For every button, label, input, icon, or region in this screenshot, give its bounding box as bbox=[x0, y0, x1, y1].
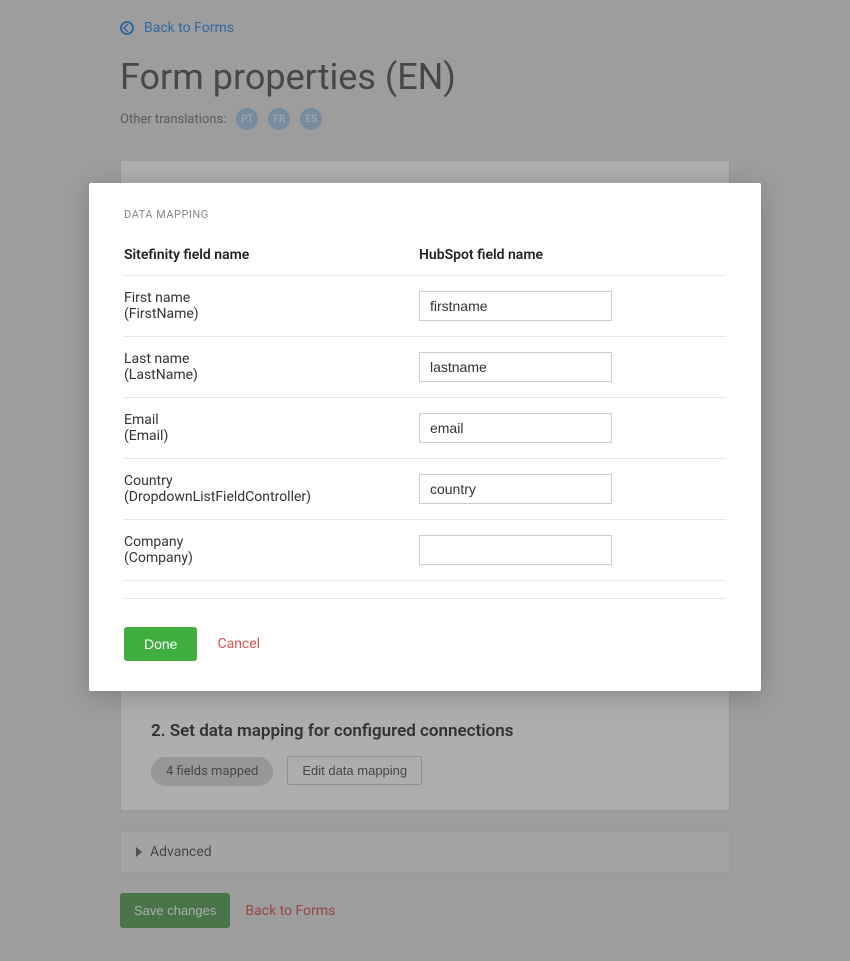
table-row: Email (Email) bbox=[124, 398, 726, 459]
col-sitefinity-header: Sitefinity field name bbox=[124, 239, 419, 276]
table-row: Country (DropdownListFieldController) bbox=[124, 459, 726, 520]
field-label: First name bbox=[124, 290, 409, 306]
modal-header: DATA MAPPING bbox=[124, 208, 726, 221]
field-label: Last name bbox=[124, 351, 409, 367]
hubspot-field-input[interactable] bbox=[419, 535, 612, 565]
field-id: (DropdownListFieldController) bbox=[124, 489, 409, 505]
hubspot-field-input[interactable] bbox=[419, 291, 612, 321]
table-row: Last name (LastName) bbox=[124, 337, 726, 398]
field-label: Company bbox=[124, 534, 409, 550]
cancel-link[interactable]: Cancel bbox=[217, 636, 260, 652]
field-id: (Email) bbox=[124, 428, 409, 444]
field-label: Country bbox=[124, 473, 409, 489]
mapping-table: Sitefinity field name HubSpot field name… bbox=[124, 239, 726, 581]
field-id: (LastName) bbox=[124, 367, 409, 383]
data-mapping-modal: DATA MAPPING Sitefinity field name HubSp… bbox=[89, 183, 761, 691]
modal-overlay: DATA MAPPING Sitefinity field name HubSp… bbox=[0, 0, 850, 961]
field-id: (FirstName) bbox=[124, 306, 409, 322]
field-id: (Company) bbox=[124, 550, 409, 566]
hubspot-field-input[interactable] bbox=[419, 474, 612, 504]
field-label: Email bbox=[124, 412, 409, 428]
hubspot-field-input[interactable] bbox=[419, 413, 612, 443]
table-row: Company (Company) bbox=[124, 520, 726, 581]
hubspot-field-input[interactable] bbox=[419, 352, 612, 382]
done-button[interactable]: Done bbox=[124, 627, 197, 661]
table-row: First name (FirstName) bbox=[124, 276, 726, 337]
col-hubspot-header: HubSpot field name bbox=[419, 239, 726, 276]
